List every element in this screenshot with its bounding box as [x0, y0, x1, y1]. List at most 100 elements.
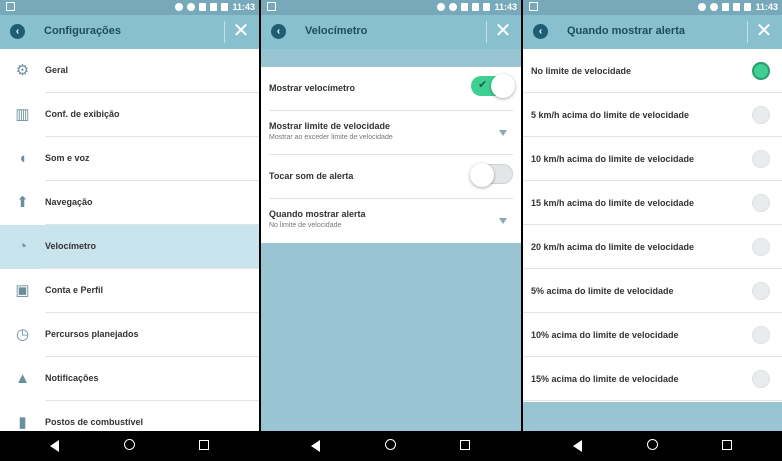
back-arrow-icon[interactable]: ‹: [533, 24, 548, 39]
option-row[interactable]: 15 km/h acima do limite de velocidade: [523, 181, 782, 225]
nav-back-icon[interactable]: [50, 440, 59, 452]
app-bar: ‹ Quando mostrar alerta ✕: [523, 15, 782, 49]
speedometer-panel: 11:43 ‹ Velocímetro ✕ Mostrar velocímetr…: [261, 0, 521, 461]
option-row[interactable]: 15% acima do limite de velocidade: [523, 357, 782, 401]
close-icon[interactable]: ✕: [755, 21, 773, 41]
option-row[interactable]: 10 km/h acima do limite de velocidade: [523, 137, 782, 181]
option-label: No limite de velocidade: [531, 66, 632, 76]
wifi-icon: [722, 3, 730, 11]
radio-button[interactable]: [752, 150, 770, 168]
menu-item[interactable]: ▣ Conta e Perfil: [0, 269, 259, 313]
radio-button[interactable]: [752, 238, 770, 256]
menu-item[interactable]: ⬆ Navegação: [0, 181, 259, 225]
close-icon[interactable]: ✕: [232, 21, 250, 41]
menu-item[interactable]: ⚙ Geral: [0, 49, 259, 93]
bell-icon: ▲: [15, 370, 30, 387]
option-label: 5 km/h acima do limite de velocidade: [531, 110, 690, 120]
row-label: Mostrar velocímetro: [269, 83, 356, 93]
option-label: 5% acima do limite de velocidade: [531, 286, 674, 296]
fuel-icon: ▮: [18, 414, 27, 431]
menu-item-label: Geral: [45, 65, 69, 75]
speedometer-icon: ◔: [17, 238, 28, 255]
alert-options-list: No limite de velocidade 5 km/h acima do l…: [523, 49, 782, 402]
nav-home-icon[interactable]: [647, 439, 658, 450]
nav-recents-icon[interactable]: [199, 440, 209, 450]
nav-bar: [523, 431, 782, 461]
option-label: 15% acima do limite de velocidade: [531, 374, 679, 384]
option-label: 15 km/h acima do limite de velocidade: [531, 198, 695, 208]
airplane-icon: [472, 3, 480, 11]
menu-item-label: Som e voz: [45, 153, 90, 163]
option-row[interactable]: 20 km/h acima do limite de velocidade: [523, 225, 782, 269]
battery-icon: [744, 3, 752, 11]
alert-sound-toggle[interactable]: [470, 163, 513, 187]
airplane-icon: [210, 3, 218, 11]
nav-bar: [261, 431, 521, 461]
gallery-notification-icon: [267, 2, 276, 11]
show-speedometer-toggle[interactable]: ✔: [471, 74, 515, 98]
alert-options-panel: 11:43 ‹ Quando mostrar alerta ✕ No limit…: [523, 0, 782, 461]
do-not-disturb-icon: [187, 3, 196, 11]
check-icon: ✔: [478, 79, 488, 91]
alert-sound-row[interactable]: Tocar som de alerta: [261, 155, 521, 199]
option-row[interactable]: 10% acima do limite de velocidade: [523, 313, 782, 357]
radio-button[interactable]: [752, 370, 770, 388]
dropdown-arrow-icon[interactable]: [499, 218, 507, 224]
status-bar: 11:43: [0, 0, 259, 15]
option-label: 10% acima do limite de velocidade: [531, 330, 679, 340]
location-icon: [175, 3, 184, 11]
radio-button[interactable]: [752, 194, 770, 212]
radio-button[interactable]: [752, 282, 770, 300]
menu-item[interactable]: ◷ Percursos planejados: [0, 313, 259, 357]
option-label: 10 km/h acima do limite de velocidade: [531, 154, 695, 164]
speaker-icon: ◖: [17, 150, 28, 167]
divider: [523, 400, 782, 401]
back-arrow-icon[interactable]: ‹: [271, 24, 286, 39]
divider: [224, 21, 225, 43]
battery-icon: [221, 3, 229, 11]
nav-recents-icon[interactable]: [722, 440, 732, 450]
back-arrow-icon[interactable]: ‹: [10, 24, 25, 39]
radio-button[interactable]: [752, 62, 770, 80]
nav-home-icon[interactable]: [385, 439, 396, 450]
nav-recents-icon[interactable]: [460, 440, 470, 450]
option-row[interactable]: 5 km/h acima do limite de velocidade: [523, 93, 782, 137]
radio-button[interactable]: [752, 326, 770, 344]
menu-item[interactable]: ▥ Conf. de exibição: [0, 93, 259, 137]
nav-back-icon[interactable]: [573, 440, 582, 452]
dropdown-arrow-icon[interactable]: [499, 130, 507, 136]
app-bar: ‹ Configurações ✕: [0, 15, 259, 49]
toggle-knob: [491, 74, 515, 98]
gallery-notification-icon: [6, 2, 15, 11]
close-icon[interactable]: ✕: [494, 21, 512, 41]
menu-item[interactable]: ◔ Velocímetro: [0, 225, 259, 269]
when-alert-row[interactable]: Quando mostrar alerta No limite de veloc…: [261, 199, 521, 243]
row-label: Tocar som de alerta: [269, 171, 354, 181]
nav-bar: [0, 431, 259, 461]
option-row[interactable]: No limite de velocidade: [523, 49, 782, 93]
show-speedometer-row[interactable]: Mostrar velocímetro ✔: [261, 67, 521, 111]
nav-home-icon[interactable]: [124, 439, 135, 450]
show-speed-limit-row[interactable]: Mostrar limite de velocidade Mostrar ao …: [261, 111, 521, 155]
menu-item-label: Conta e Perfil: [45, 285, 104, 295]
nav-back-icon[interactable]: [311, 440, 320, 452]
profile-icon: ▣: [15, 282, 30, 299]
option-label: 20 km/h acima do limite de velocidade: [531, 242, 695, 252]
status-time: 11:43: [494, 2, 517, 12]
location-icon: [698, 3, 707, 11]
option-row[interactable]: 5% acima do limite de velocidade: [523, 269, 782, 313]
menu-item[interactable]: ▲ Notificações: [0, 357, 259, 401]
menu-item-label: Postos de combustível: [45, 417, 144, 427]
row-label: Mostrar limite de velocidade: [269, 121, 391, 131]
page-title: Velocímetro: [305, 25, 368, 37]
settings-panel: 11:43 ‹ Configurações ✕ ⚙ Geral ▥ Conf. de …: [0, 0, 259, 461]
wifi-icon: [199, 3, 207, 11]
menu-item-label: Navegação: [45, 197, 93, 207]
menu-item[interactable]: ◖ Som e voz: [0, 137, 259, 181]
status-bar: 11:43: [261, 0, 521, 15]
radio-button[interactable]: [752, 106, 770, 124]
menu-item-label: Conf. de exibição: [45, 109, 120, 119]
row-value: Mostrar ao exceder limite de velocidade: [269, 134, 393, 141]
divider: [486, 21, 487, 43]
page-title: Quando mostrar alerta: [567, 25, 685, 37]
